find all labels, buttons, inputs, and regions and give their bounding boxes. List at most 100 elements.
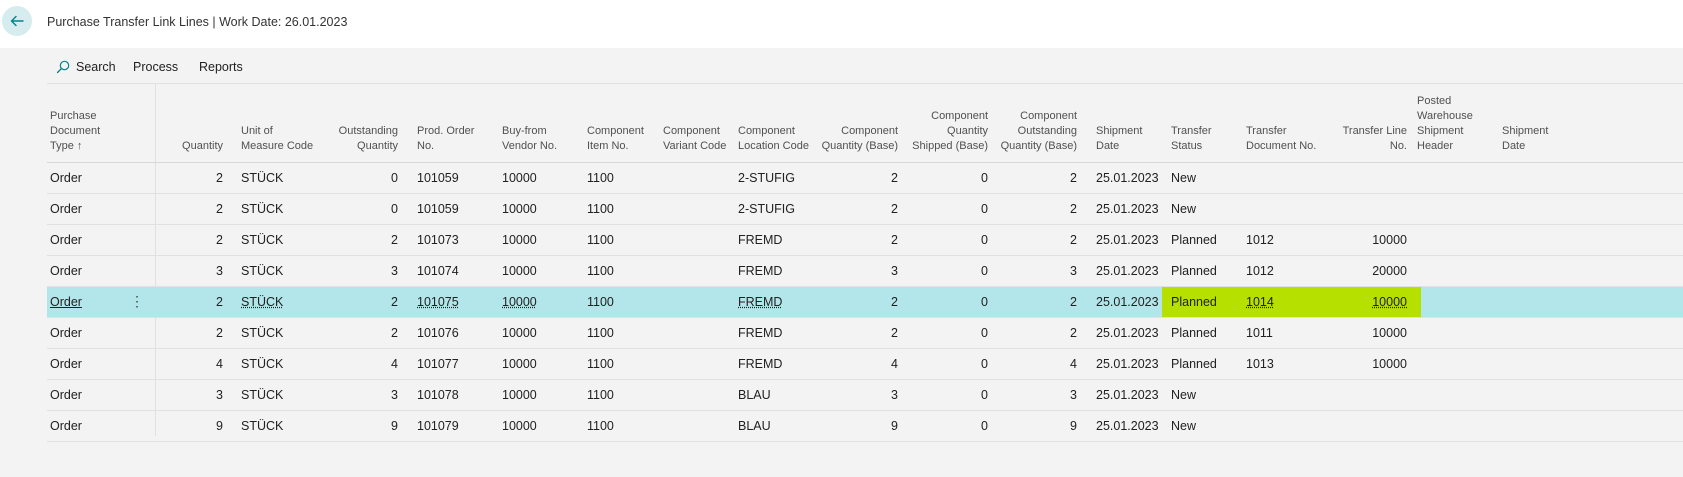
- table-row[interactable]: Order 2 STÜCK 0 101059 10000 1100 2-STUFIG 2 0 2 25…: [47, 194, 1683, 225]
- cell-unit-of-measure: STÜCK: [241, 357, 284, 371]
- action-bar: Search Process Reports: [47, 48, 1683, 84]
- cell-quantity: 3: [216, 388, 223, 402]
- col-shipment-date-2-header[interactable]: Shipment Date: [1502, 124, 1572, 154]
- cell-document-type[interactable]: Order: [50, 264, 145, 278]
- cell-document-type[interactable]: Order: [50, 295, 145, 309]
- cell-transfer-status: New: [1171, 171, 1197, 185]
- header-label: Component: [663, 125, 720, 137]
- title-bar: Purchase Transfer Link Lines | Work Date…: [0, 0, 1683, 48]
- cell-component-outstanding: 2: [1070, 202, 1077, 216]
- table-row[interactable]: Order 9 STÜCK 9 101079 10000 1100 BLAU 9 0 9 25.01.…: [47, 411, 1683, 442]
- cell-quantity: 9: [216, 419, 223, 433]
- cell-unit-of-measure[interactable]: STÜCK: [241, 295, 331, 309]
- col-component-variant-header[interactable]: Component Variant Code: [663, 124, 738, 154]
- cell-unit-of-measure: STÜCK: [241, 388, 284, 402]
- cell-document-type[interactable]: Order: [50, 233, 145, 247]
- cell-transfer-line[interactable]: 10000: [1327, 295, 1407, 309]
- cell-unit-of-measure: STÜCK: [241, 171, 284, 185]
- col-transfer-line-header[interactable]: Transfer Line No.: [1327, 124, 1407, 154]
- cell-transfer-status[interactable]: Planned: [1171, 295, 1241, 309]
- cell-prod-order[interactable]: 101075: [417, 295, 497, 309]
- cell-document-type[interactable]: Order: [50, 388, 145, 402]
- cell-outstanding-quantity: 2: [391, 326, 398, 340]
- col-component-qty-base-header[interactable]: Component Quantity (Base): [812, 124, 898, 154]
- table-row[interactable]: Order 3 STÜCK 3 101078 10000 1100 BLAU 3 0 3 25.01.…: [47, 380, 1683, 411]
- data-grid: Purchase Document Type ↑ Quantity Unit of Mea…: [47, 84, 1683, 442]
- col-outstanding-quantity-header[interactable]: Outstanding Quantity: [322, 124, 398, 154]
- col-document-type-header[interactable]: Purchase Document Type ↑: [50, 109, 145, 154]
- cell-component-qty-shipped[interactable]: 0: [902, 295, 988, 309]
- cell-quantity[interactable]: 2: [147, 295, 223, 309]
- header-label: Outstanding: [1017, 125, 1077, 137]
- page-title: Purchase Transfer Link Lines | Work Date…: [47, 15, 348, 29]
- header-label: Quantity (Base): [1000, 140, 1077, 152]
- cell-component-item: 1100: [587, 388, 614, 402]
- cell-transfer-status: Planned: [1171, 357, 1217, 371]
- cell-document-type[interactable]: Order: [50, 357, 145, 371]
- col-vendor-header[interactable]: Buy-from Vendor No.: [502, 124, 582, 154]
- col-quantity-header[interactable]: Quantity: [147, 139, 223, 154]
- table-row[interactable]: Order 2 STÜCK 0 101059 10000 1100 2-STUFIG 2 0 2 25…: [47, 163, 1683, 194]
- col-component-outstanding-header[interactable]: Component Outstanding Quantity (Base): [987, 109, 1077, 154]
- col-prod-order-header[interactable]: Prod. Order No.: [417, 124, 497, 154]
- header-label: Item No.: [587, 140, 629, 152]
- cell-prod-order: 101059: [417, 202, 459, 216]
- table-row[interactable]: Order 4 STÜCK 4 101077 10000 1100 FREMD 4 0 4 25.01…: [47, 349, 1683, 380]
- cell-component-item: 1100: [587, 326, 614, 340]
- col-transfer-document-header[interactable]: Transfer Document No.: [1246, 124, 1336, 154]
- cell-transfer-document: 1012: [1246, 264, 1274, 278]
- col-shipment-date-header[interactable]: Shipment Date: [1096, 124, 1166, 154]
- cell-component-qty-base: 3: [891, 264, 898, 278]
- cell-document-type[interactable]: Order: [50, 202, 145, 216]
- cell-prod-order: 101059: [417, 171, 459, 185]
- cell-outstanding-quantity: 3: [391, 388, 398, 402]
- reports-menu[interactable]: Reports: [199, 60, 243, 74]
- search-button[interactable]: Search: [56, 60, 116, 74]
- cell-vendor: 10000: [502, 357, 537, 371]
- cell-transfer-document[interactable]: 1014: [1246, 295, 1336, 309]
- cell-component-item[interactable]: 1100: [587, 295, 657, 309]
- cell-component-outstanding: 3: [1070, 388, 1077, 402]
- cell-prod-order: 101076: [417, 326, 459, 340]
- cell-document-type[interactable]: Order: [50, 171, 145, 185]
- table-row[interactable]: Order 2 STÜCK 2 101076 10000 1100 FREMD 2 0 2 25.01…: [47, 318, 1683, 349]
- cell-vendor: 10000: [502, 326, 537, 340]
- cell-shipment-date[interactable]: 25.01.2023: [1096, 295, 1166, 309]
- back-button[interactable]: [2, 6, 32, 36]
- cell-unit-of-measure: STÜCK: [241, 233, 284, 247]
- process-label: Process: [133, 60, 179, 74]
- cell-outstanding-quantity[interactable]: 2: [322, 295, 398, 309]
- cell-quantity: 2: [216, 202, 223, 216]
- header-label: Posted: [1417, 95, 1452, 107]
- header-label: Shipment: [1096, 125, 1143, 137]
- cell-component-qty-base: 2: [891, 233, 898, 247]
- table-row[interactable]: Order 3 STÜCK 3 101074 10000 1100 FREMD 3 0 3 25.01…: [47, 256, 1683, 287]
- cell-component-qty-base[interactable]: 2: [812, 295, 898, 309]
- header-label: Transfer Line: [1342, 125, 1407, 137]
- table-row[interactable]: Order 2 STÜCK 2 101073 10000 1100 FREMD 2 0 2 25.01…: [47, 225, 1683, 256]
- col-posted-warehouse-shipment-header[interactable]: Posted Warehouse Shipment Header: [1417, 94, 1497, 154]
- cell-outstanding-quantity: 4: [391, 357, 398, 371]
- col-unit-of-measure-header[interactable]: Unit of Measure Code: [241, 124, 331, 154]
- cell-document-type[interactable]: Order: [50, 419, 145, 433]
- cell-quantity: 2: [216, 233, 223, 247]
- cell-transfer-line: 10000: [1372, 357, 1407, 371]
- header-label: Component: [1020, 110, 1077, 122]
- col-component-qty-shipped-header[interactable]: Component Quantity Shipped (Base): [902, 109, 988, 154]
- cell-component-item: 1100: [587, 233, 614, 247]
- col-transfer-status-header[interactable]: Transfer Status: [1171, 124, 1241, 154]
- cell-component-outstanding: 2: [1070, 326, 1077, 340]
- cell-quantity: 2: [216, 326, 223, 340]
- cell-vendor[interactable]: 10000: [502, 295, 582, 309]
- header-label: Date: [1096, 140, 1120, 152]
- cell-unit-of-measure: STÜCK: [241, 264, 284, 278]
- table-row-selected[interactable]: ⋮ Order 2 STÜCK 2 101075 10000 1100 FREMD 2 0 2 25.0…: [47, 287, 1683, 318]
- header-label: Quantity: [947, 125, 988, 137]
- cell-component-outstanding: 3: [1070, 264, 1077, 278]
- cell-outstanding-quantity: 0: [391, 202, 398, 216]
- cell-document-type[interactable]: Order: [50, 326, 145, 340]
- process-menu[interactable]: Process: [133, 60, 178, 74]
- cell-component-outstanding[interactable]: 2: [987, 295, 1077, 309]
- col-component-item-header[interactable]: Component Item No.: [587, 124, 657, 154]
- header-label: Quantity (Base): [821, 140, 898, 152]
